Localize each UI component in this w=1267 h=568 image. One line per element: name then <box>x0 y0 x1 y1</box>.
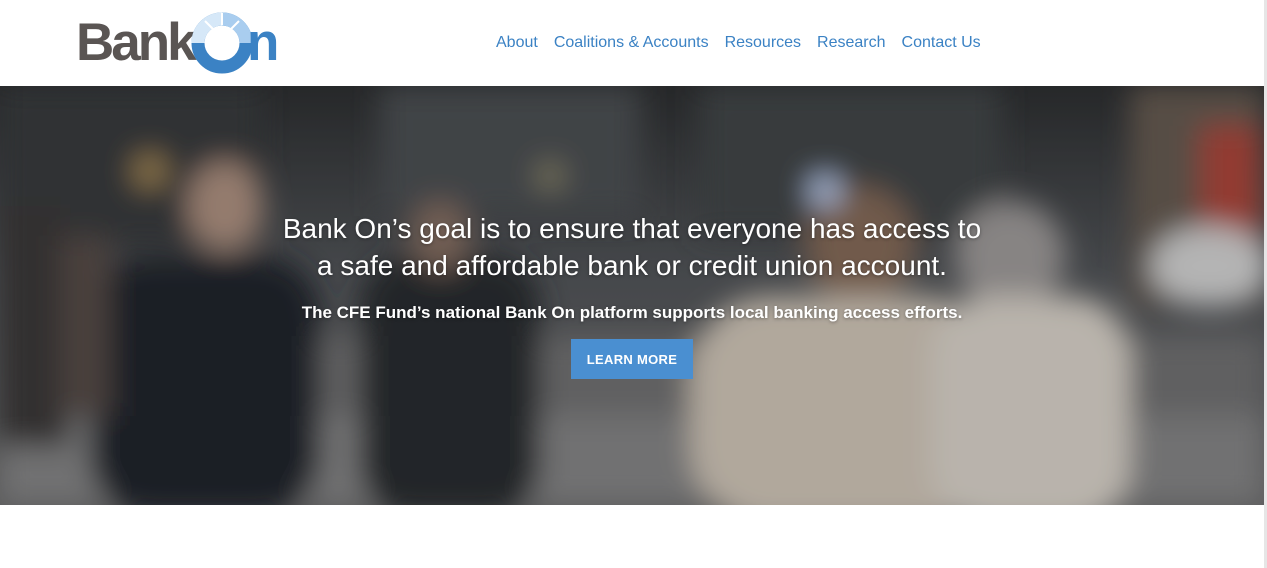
hero-banner: Bank On’s goal is to ensure that everyon… <box>0 86 1264 505</box>
bankon-logo[interactable]: Bank n <box>76 10 281 76</box>
hero-headline: Bank On’s goal is to ensure that everyon… <box>232 210 1032 284</box>
hero-headline-line-1: Bank On’s goal is to ensure that everyon… <box>282 213 982 244</box>
page: Bank n About Coalitions & Accounts Resou… <box>0 0 1267 568</box>
site-header: Bank n About Coalitions & Accounts Resou… <box>0 0 1264 86</box>
main-nav: About Coalitions & Accounts Resources Re… <box>496 34 981 52</box>
logo-wordmark-bank: Bank <box>76 13 197 72</box>
nav-link-resources[interactable]: Resources <box>725 34 801 52</box>
hero-headline-line-2: a safe and affordable bank or credit uni… <box>317 250 947 281</box>
hero-subheadline: The CFE Fund’s national Bank On platform… <box>301 303 963 322</box>
nav-link-coalitions-accounts[interactable]: Coalitions & Accounts <box>554 34 709 52</box>
learn-more-button[interactable]: LEARN MORE <box>571 339 693 379</box>
nav-link-research[interactable]: Research <box>817 34 885 52</box>
logo-wordmark-n: n <box>247 13 277 72</box>
hero-content: Bank On’s goal is to ensure that everyon… <box>0 86 1264 505</box>
nav-link-contact-us[interactable]: Contact Us <box>902 34 981 52</box>
nav-link-about[interactable]: About <box>496 34 538 52</box>
logo-o-ring-icon <box>191 12 253 74</box>
